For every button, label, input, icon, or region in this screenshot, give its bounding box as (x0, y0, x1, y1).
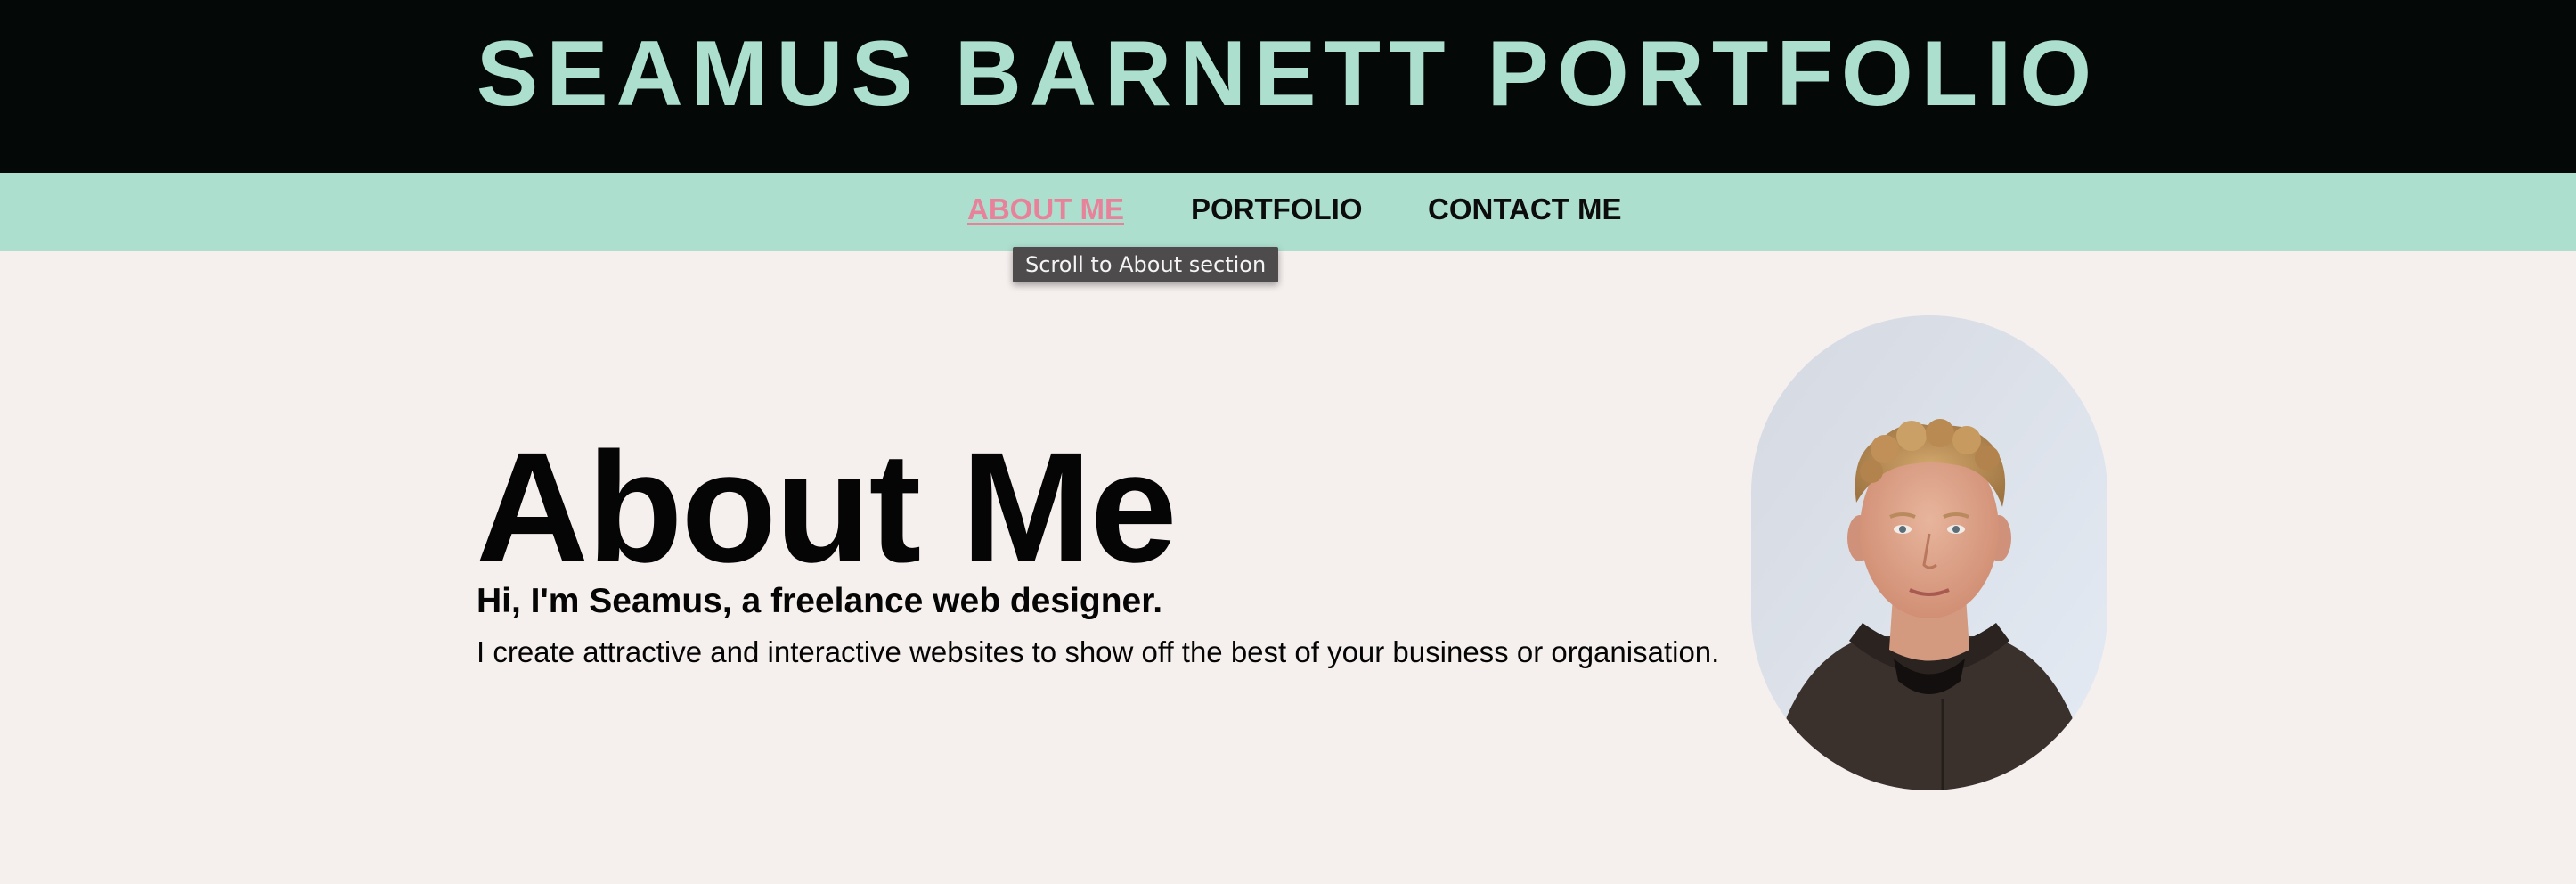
about-section: About Me Hi, I'm Seamus, a freelance web… (0, 251, 2576, 884)
about-description: I create attractive and interactive webs… (477, 635, 1720, 668)
page: SEAMUS BARNETT PORTFOLIO ABOUT ME PORTFO… (0, 0, 2576, 884)
nav-link-contact-me[interactable]: CONTACT ME (1428, 191, 1622, 229)
about-heading: About Me (476, 421, 1178, 595)
about-subheading: Hi, I'm Seamus, a freelance web designer… (477, 582, 1163, 620)
site-header: SEAMUS BARNETT PORTFOLIO (0, 0, 2576, 173)
nav-link-portfolio[interactable]: PORTFOLIO (1191, 191, 1363, 229)
nav-link-about-me[interactable]: ABOUT ME (967, 191, 1124, 229)
site-title: SEAMUS BARNETT PORTFOLIO (476, 21, 2100, 126)
main-nav: ABOUT ME PORTFOLIO CONTACT ME (0, 173, 2576, 251)
profile-photo (1751, 315, 2107, 790)
